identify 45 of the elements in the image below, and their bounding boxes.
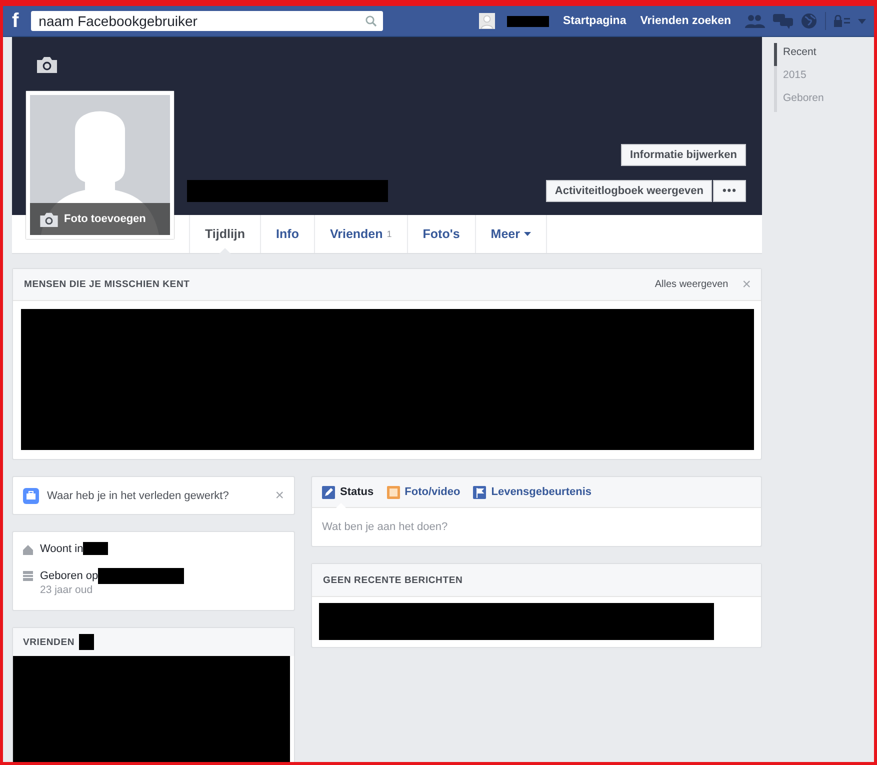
photo-icon xyxy=(386,486,400,498)
profile-tab[interactable]: Info xyxy=(260,215,314,253)
prompt-text[interactable]: Waar heb je in het verleden gewerkt? xyxy=(47,490,229,502)
add-photo-label: Foto toevoegen xyxy=(64,213,146,225)
search-field[interactable]: naam Facebookgebruiker xyxy=(30,11,383,31)
more-button[interactable]: ••• xyxy=(713,180,746,202)
camera-icon[interactable] xyxy=(37,56,57,73)
lock-icon[interactable] xyxy=(834,15,850,27)
redaction-block xyxy=(506,16,549,26)
composer-tab[interactable]: Status xyxy=(322,477,374,507)
update-info-button[interactable]: Informatie bijwerken xyxy=(621,144,746,166)
pencil-icon xyxy=(322,486,335,498)
search-icon[interactable] xyxy=(364,15,377,27)
status-input[interactable]: Wat ben je aan het doen? xyxy=(311,508,762,547)
composer-tab[interactable]: Foto/video xyxy=(386,477,460,507)
redaction-block xyxy=(83,542,108,555)
timeline-nav-item[interactable]: Recent xyxy=(774,43,874,66)
caret-icon[interactable] xyxy=(858,18,866,24)
about-text: Woont in xyxy=(40,542,84,554)
composer-tab[interactable]: Levensgebeurtenis xyxy=(473,477,592,507)
card-title: VRIENDEN xyxy=(23,636,74,648)
friends-icon[interactable] xyxy=(745,13,765,29)
profile-tab[interactable]: Tijdlijn xyxy=(189,215,260,253)
nav-link[interactable]: Startpagina xyxy=(562,15,626,27)
globe-icon[interactable] xyxy=(801,13,817,29)
home-icon xyxy=(23,545,33,555)
flag-icon xyxy=(473,486,486,498)
about-text: Geboren op xyxy=(40,570,98,582)
profile-tab[interactable]: Vrienden 1 xyxy=(314,215,407,253)
activity-log-button[interactable]: Activiteitlogboek weergeven xyxy=(546,180,712,202)
profile-tab[interactable]: Foto's xyxy=(406,215,475,253)
add-photo-button[interactable]: Foto toevoegen xyxy=(30,203,170,235)
camera-icon xyxy=(40,212,58,226)
card-title: MENSEN DIE JE MISSCHIEN KENT xyxy=(24,279,190,290)
profile-tab[interactable]: Meer xyxy=(474,215,547,253)
nav-link[interactable]: Vrienden zoeken xyxy=(640,15,731,27)
avatar-icon[interactable] xyxy=(478,13,495,29)
calendar-icon xyxy=(23,571,33,581)
briefcase-icon xyxy=(23,488,39,504)
card-title: GEEN RECENTE BERICHTEN xyxy=(323,574,463,586)
redaction-block xyxy=(78,634,94,650)
see-all-link[interactable]: Alles weergeven xyxy=(654,279,728,290)
caret-icon xyxy=(524,232,531,236)
age-text: 23 jaar oud xyxy=(40,584,94,596)
messages-icon[interactable] xyxy=(773,13,793,29)
